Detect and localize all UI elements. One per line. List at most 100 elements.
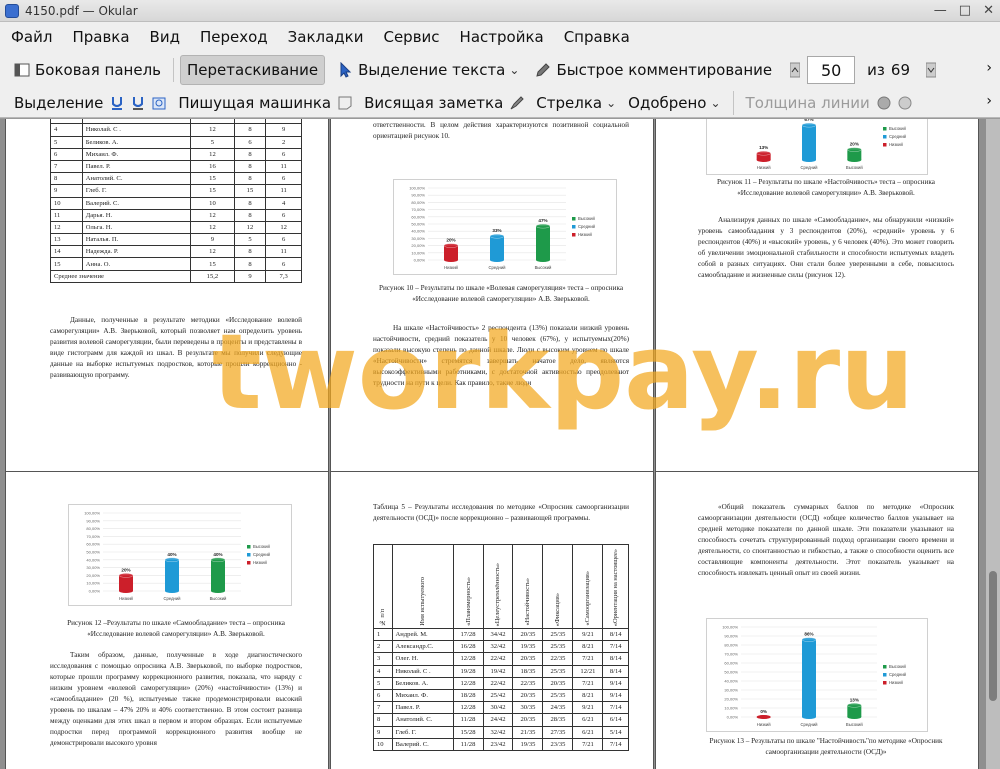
table-cell: 4 — [50, 123, 83, 137]
typewriter-button[interactable]: Пишущая машинка — [172, 88, 337, 118]
text-selection-button[interactable]: Выделение текста ⌄ — [331, 55, 525, 85]
sidebar-icon — [14, 62, 30, 78]
legend-label: Низкий — [253, 560, 267, 565]
selection-tool-button[interactable]: Выделение — [8, 88, 109, 118]
table-cell: 6 — [233, 135, 267, 149]
popup-note-button[interactable]: Висящая заметка — [358, 88, 509, 118]
data-label: 86% — [804, 632, 813, 637]
bar-cap — [489, 234, 505, 239]
table-cell: 11 — [265, 184, 302, 198]
vertical-scrollbar[interactable] — [986, 119, 1000, 769]
table-cell: 10 — [373, 737, 393, 751]
menu-settings[interactable]: Настройка — [449, 28, 553, 46]
stamp-icon[interactable] — [151, 95, 167, 111]
table-cell: 20/35 — [512, 713, 544, 727]
page-up-icon[interactable] — [789, 62, 801, 78]
table-header-cell: Имя испытуемого — [391, 544, 454, 629]
y-tick-label: 100,00% — [722, 625, 738, 630]
table-row: 5 Беликов. А. 12/28 22/42 22/35 20/35 7/21 9/14 — [373, 676, 629, 690]
table-cell: 18/28 — [452, 688, 484, 703]
y-tick-label: 0,00% — [414, 258, 426, 263]
table-cell: 6 — [265, 172, 302, 186]
y-tick-label: 100,00% — [84, 511, 100, 516]
maximize-icon[interactable]: □ — [959, 3, 971, 18]
table-cell: 11 — [50, 208, 83, 222]
table-cell: 6 — [265, 208, 302, 222]
drag-mode-button[interactable]: Перетаскивание — [180, 55, 326, 85]
table-cell: 5 — [233, 233, 267, 247]
table-cell: 15 — [233, 184, 267, 198]
table-cell: 8/14 — [602, 664, 629, 678]
table-cell: Павел. Р. — [81, 159, 192, 174]
data-label: 20% — [850, 142, 859, 147]
approved-stamp-button[interactable]: Одобрено ⌄ — [622, 88, 726, 118]
y-tick-label: 30,00% — [724, 688, 738, 693]
line-width-button[interactable]: Толщина линии — [740, 88, 876, 118]
minimize-icon[interactable]: — — [934, 3, 947, 18]
page-number-input[interactable]: 50 — [807, 56, 856, 84]
brush-icon[interactable] — [509, 95, 525, 111]
arrow-tool-button[interactable]: Стрелка ⌄ — [530, 88, 622, 118]
color-picker-icon[interactable] — [876, 95, 892, 111]
page-50-bottom-text: На шкале «Настойчивость» 2 респондента (… — [373, 324, 629, 387]
menu-tools[interactable]: Сервис — [372, 28, 448, 46]
opacity-icon[interactable] — [897, 95, 913, 111]
toolbar-separator — [732, 90, 734, 115]
title-bar[interactable]: 4150.pdf — Okular — □ ✕ — [0, 0, 1000, 22]
table-cell: 5 — [373, 676, 393, 690]
menu-edit[interactable]: Правка — [61, 28, 138, 46]
toolbar-overflow-icon[interactable]: › — [986, 93, 992, 109]
table-cell: 14 — [50, 245, 83, 259]
chevron-down-icon[interactable]: ⌄ — [710, 96, 720, 110]
table-cell: 6 — [265, 233, 302, 247]
bar — [165, 559, 179, 591]
data-label: 40% — [167, 552, 176, 557]
chevron-down-icon[interactable]: ⌄ — [606, 96, 616, 110]
table-cell: 32/42 — [482, 725, 514, 739]
drag-mode-label: Перетаскивание — [187, 61, 319, 79]
table-header-text: № п/п — [379, 608, 387, 626]
chart-volitional-regulation: 0,00% 10,00% 20,00% 30,00% 40,00% 50,00% 60,00… — [393, 179, 617, 275]
table-cell: 5 — [190, 135, 235, 149]
menu-view[interactable]: Вид — [139, 28, 189, 46]
menu-help[interactable]: Справка — [553, 28, 639, 46]
table-row: 1 Андрей. М. 17/28 34/42 20/35 25/35 9/21 8/14 — [373, 627, 629, 642]
table-cell: 20/35 — [512, 652, 544, 666]
table-cell: 4 — [265, 196, 302, 210]
window-title: 4150.pdf — Okular — [25, 3, 138, 18]
toolbar-overflow-icon[interactable]: › — [986, 60, 992, 76]
table-header-text: «Настойчивость» — [524, 578, 532, 626]
close-icon[interactable]: ✕ — [983, 3, 994, 18]
table-cell: 8 — [233, 257, 267, 271]
table-cell: 24/35 — [542, 701, 574, 715]
table-header-text: «Планомерность» — [464, 577, 472, 626]
table-cell: 10 — [50, 196, 83, 210]
table-header-cell: «Самоорганизация» — [572, 544, 604, 629]
menu-file[interactable]: Файл — [0, 28, 61, 46]
bar — [444, 245, 458, 260]
document-view[interactable]: 2Александр. С.181853Олег. Н.17864Николай… — [0, 119, 1000, 769]
bar-base — [756, 715, 771, 719]
legend-swatch — [247, 561, 251, 565]
table-header-cell: «Целеустремлённость» — [482, 544, 514, 629]
table-cell: 8 — [373, 713, 393, 727]
quick-comment-button[interactable]: Быстрое комментирование — [529, 55, 778, 85]
underline-icon[interactable] — [109, 95, 125, 111]
okular-window: 4150.pdf — Okular — □ ✕ Файл Правка Вид … — [0, 0, 1000, 769]
y-tick-label: 60,00% — [86, 542, 100, 547]
page-down-icon[interactable] — [925, 62, 937, 78]
sidebar-button[interactable]: Боковая панель — [8, 55, 167, 85]
y-tick-label: 50,00% — [724, 670, 738, 675]
data-label: 47% — [538, 218, 547, 223]
table-cell: 8 — [233, 208, 267, 222]
scrollbar-thumb[interactable] — [989, 571, 997, 701]
table-cell: 6 — [265, 257, 302, 271]
underline-alt-icon[interactable] — [130, 95, 146, 111]
table-row: 5 Беликов. А. 5 6 2 — [50, 135, 302, 149]
table-row: 11 Дарья. Н. 12 8 6 — [50, 208, 302, 222]
table-cell: 23/42 — [482, 737, 514, 751]
menu-bookmarks[interactable]: Закладки — [277, 28, 373, 46]
note-icon[interactable] — [337, 95, 353, 111]
chevron-down-icon[interactable]: ⌄ — [509, 63, 519, 77]
menu-go[interactable]: Переход — [189, 28, 277, 46]
